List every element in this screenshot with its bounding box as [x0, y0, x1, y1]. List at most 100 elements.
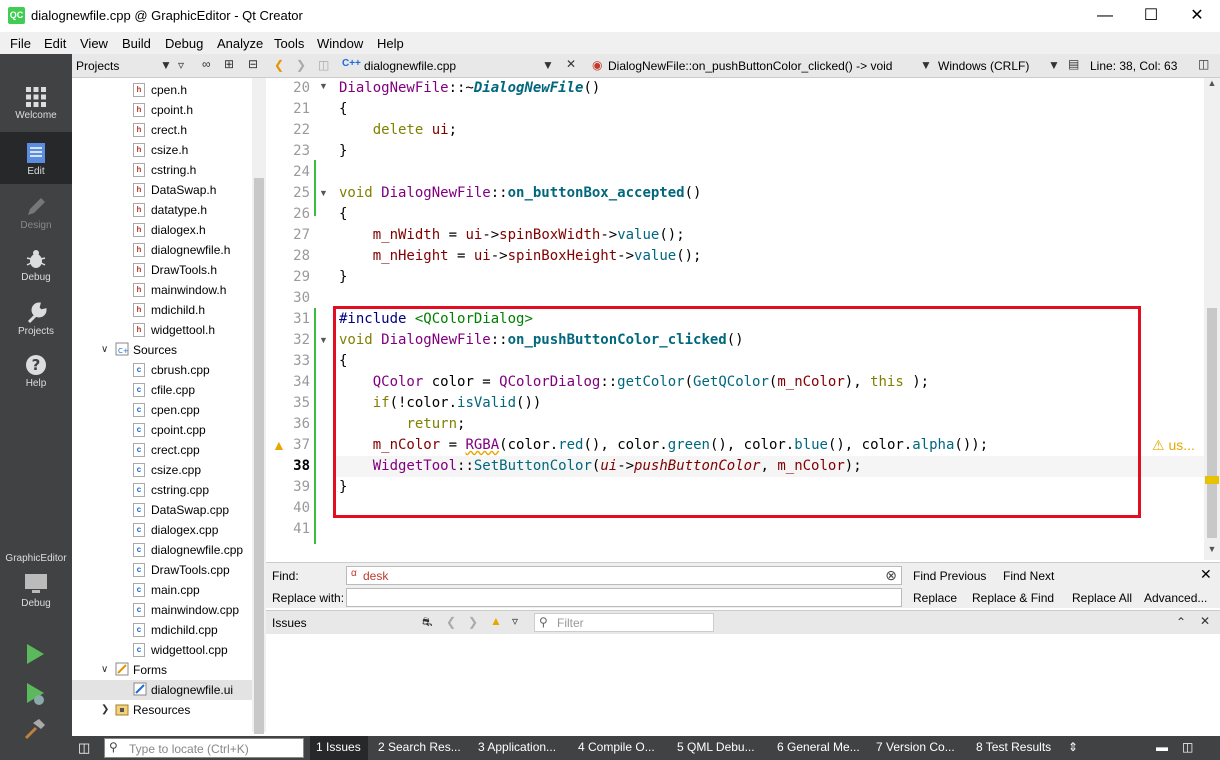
- split-icon[interactable]: ⊞: [224, 57, 234, 71]
- locator-input[interactable]: ⚲ Type to locate (Ctrl+K): [104, 738, 304, 758]
- tree-file[interactable]: c cstring.cpp: [72, 480, 252, 500]
- menu-window[interactable]: Window: [317, 36, 363, 51]
- tab-version-control[interactable]: 7 Version Co...: [876, 740, 955, 754]
- file-tab[interactable]: dialognewfile.cpp: [364, 59, 456, 73]
- tree-file[interactable]: c main.cpp: [72, 580, 252, 600]
- next-issue-icon[interactable]: ❯: [468, 615, 478, 629]
- tree-file[interactable]: c cbrush.cpp: [72, 360, 252, 380]
- close-file-icon[interactable]: ✕: [566, 57, 576, 71]
- tree-file[interactable]: h crect.h: [72, 120, 252, 140]
- filter-icon[interactable]: ▿: [178, 58, 184, 72]
- tree-file[interactable]: h cpoint.h: [72, 100, 252, 120]
- minimize-icon[interactable]: —: [1082, 0, 1128, 32]
- tree-file[interactable]: h mainwindow.h: [72, 280, 252, 300]
- tree-file[interactable]: h cpen.h: [72, 80, 252, 100]
- mode-help[interactable]: ? Help: [0, 354, 72, 400]
- chevron-down-icon[interactable]: ∨: [101, 340, 108, 360]
- replace-button[interactable]: Replace: [913, 591, 957, 605]
- tab-application-output[interactable]: 3 Application...: [478, 740, 556, 754]
- cursor-position[interactable]: Line: 38, Col: 63: [1090, 59, 1177, 73]
- tab-test-results[interactable]: 8 Test Results: [976, 740, 1051, 754]
- maximize-pane-icon[interactable]: ⌃: [1176, 615, 1186, 629]
- tree-file[interactable]: h DataSwap.h: [72, 180, 252, 200]
- fold-arrow-icon[interactable]: ▼: [319, 188, 328, 198]
- close-pane-icon[interactable]: ✕: [1200, 614, 1210, 628]
- tree-file[interactable]: dialognewfile.ui: [72, 680, 252, 700]
- mode-debug[interactable]: Debug: [0, 248, 72, 294]
- tab-general-messages[interactable]: 6 General Me...: [777, 740, 860, 754]
- output-pane-toggle-icon[interactable]: ▬: [1156, 740, 1168, 754]
- mode-welcome[interactable]: Welcome: [0, 86, 72, 132]
- close-window-icon[interactable]: ✕: [1174, 0, 1220, 32]
- run-icon[interactable]: [24, 643, 46, 668]
- menu-view[interactable]: View: [80, 36, 108, 51]
- find-next-button[interactable]: Find Next: [1003, 569, 1054, 583]
- tree-file[interactable]: c widgettool.cpp: [72, 640, 252, 660]
- menu-tools[interactable]: Tools: [274, 36, 304, 51]
- forward-arrow-icon[interactable]: ❯: [296, 58, 306, 72]
- tree-file[interactable]: h mdichild.h: [72, 300, 252, 320]
- tree-file[interactable]: h widgettool.h: [72, 320, 252, 340]
- mode-design[interactable]: Design: [0, 196, 72, 242]
- menu-analyze[interactable]: Analyze: [217, 36, 263, 51]
- find-input[interactable]: α desk ⊗: [346, 566, 902, 585]
- filter-icon[interactable]: ▿: [512, 614, 518, 628]
- fold-arrow-icon[interactable]: ▼: [319, 335, 328, 345]
- menu-build[interactable]: Build: [122, 36, 151, 51]
- build-hammer-icon[interactable]: [24, 718, 46, 743]
- warning-annotation[interactable]: ⚠ us...: [1152, 435, 1204, 456]
- tree-folder[interactable]: ∨ Forms: [72, 660, 252, 680]
- split-editor-icon[interactable]: ◫: [1198, 57, 1209, 71]
- tree-file[interactable]: c DrawTools.cpp: [72, 560, 252, 580]
- clear-icon[interactable]: ⛐: [422, 615, 432, 631]
- tree-file[interactable]: h csize.h: [72, 140, 252, 160]
- close-panel-icon[interactable]: ⊟: [248, 57, 258, 71]
- tree-folder[interactable]: ∨ C+ Sources: [72, 340, 252, 360]
- project-tree-scrollbar[interactable]: [252, 78, 266, 734]
- link-icon[interactable]: ∞: [202, 57, 211, 71]
- replace-all-button[interactable]: Replace All: [1072, 591, 1132, 605]
- tree-file[interactable]: c dialognewfile.cpp: [72, 540, 252, 560]
- maximize-icon[interactable]: ☐: [1128, 0, 1174, 32]
- tab-search-results[interactable]: 2 Search Res...: [378, 740, 461, 754]
- line-ending-dropdown-icon[interactable]: ▼: [1048, 58, 1060, 72]
- tree-folder[interactable]: ❯ Resources: [72, 700, 252, 720]
- tree-file[interactable]: h cstring.h: [72, 160, 252, 180]
- tree-file[interactable]: h datatype.h: [72, 200, 252, 220]
- prev-issue-icon[interactable]: ❮: [446, 615, 456, 629]
- back-arrow-icon[interactable]: ❮: [274, 58, 284, 72]
- tree-file[interactable]: c cpen.cpp: [72, 400, 252, 420]
- replace-find-button[interactable]: Replace & Find: [972, 591, 1054, 605]
- tree-file[interactable]: c cpoint.cpp: [72, 420, 252, 440]
- fold-arrow-icon[interactable]: ▼: [319, 81, 328, 91]
- tab-issues[interactable]: 1 Issues: [316, 740, 361, 754]
- mode-edit[interactable]: Edit: [0, 132, 72, 184]
- outline-icon[interactable]: ▤: [1068, 57, 1079, 71]
- menu-file[interactable]: File: [10, 36, 31, 51]
- tab-compile-output[interactable]: 4 Compile O...: [578, 740, 655, 754]
- tree-file[interactable]: h DrawTools.h: [72, 260, 252, 280]
- find-previous-button[interactable]: Find Previous: [913, 569, 986, 583]
- debug-run-icon[interactable]: [24, 682, 46, 709]
- advanced-button[interactable]: Advanced...: [1144, 591, 1207, 605]
- warning-filter-icon[interactable]: ▲: [490, 614, 502, 628]
- tree-file[interactable]: c mainwindow.cpp: [72, 600, 252, 620]
- tree-file[interactable]: c crect.cpp: [72, 440, 252, 460]
- tree-file[interactable]: h dialognewfile.h: [72, 240, 252, 260]
- tab-qml-debugger[interactable]: 5 QML Debu...: [677, 740, 755, 754]
- symbol-selector[interactable]: DialogNewFile::on_pushButtonColor_clicke…: [608, 59, 892, 73]
- toggle-sidebar-icon[interactable]: ◫: [78, 740, 90, 756]
- editor-scrollbar[interactable]: ▲ ▼: [1204, 78, 1220, 560]
- line-ending-selector[interactable]: Windows (CRLF): [938, 59, 1029, 73]
- menu-debug[interactable]: Debug: [165, 36, 203, 51]
- tree-file[interactable]: c DataSwap.cpp: [72, 500, 252, 520]
- menu-help[interactable]: Help: [377, 36, 404, 51]
- tree-file[interactable]: c mdichild.cpp: [72, 620, 252, 640]
- tree-file[interactable]: h dialogex.h: [72, 220, 252, 240]
- tree-file[interactable]: c cfile.cpp: [72, 380, 252, 400]
- issues-filter-input[interactable]: ⚲ Filter: [534, 613, 714, 632]
- symbol-dropdown-icon[interactable]: ▼: [920, 58, 932, 72]
- replace-input[interactable]: [346, 588, 902, 607]
- tree-file[interactable]: c dialogex.cpp: [72, 520, 252, 540]
- tree-file[interactable]: c csize.cpp: [72, 460, 252, 480]
